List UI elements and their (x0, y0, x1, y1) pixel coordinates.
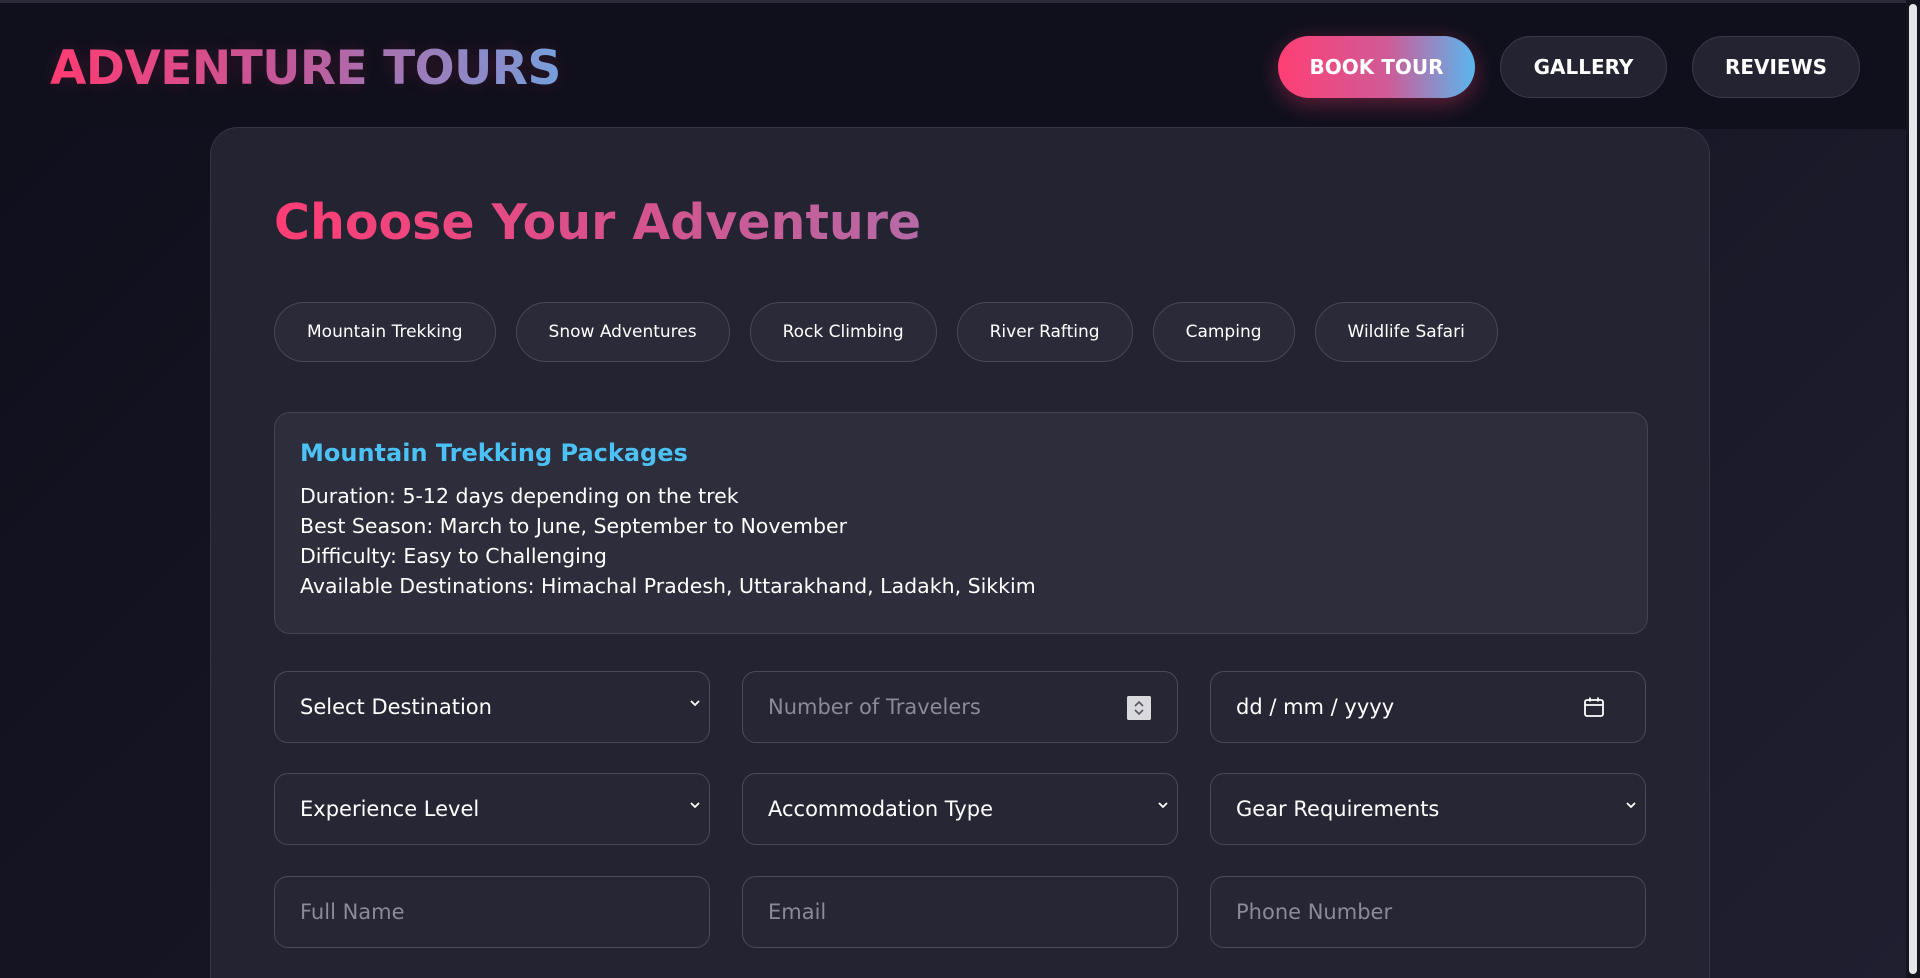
adventure-card: Choose Your Adventure Mountain Trekking … (210, 127, 1710, 978)
stepper-icon[interactable] (1127, 696, 1151, 720)
destination-select-value: Select Destination (300, 695, 492, 719)
full-name-input[interactable]: Full Name (274, 876, 710, 948)
chevron-down-icon (1626, 802, 1636, 809)
experience-level-value: Experience Level (300, 797, 480, 821)
calendar-icon[interactable] (1583, 696, 1605, 718)
scrollbar[interactable] (1906, 0, 1920, 978)
page-title: Choose Your Adventure (274, 194, 922, 251)
email-placeholder: Email (768, 900, 827, 924)
chip-wildlife-safari[interactable]: Wildlife Safari (1314, 302, 1498, 362)
category-chips: Mountain Trekking Snow Adventures Rock C… (274, 302, 1498, 362)
info-duration: Duration: 5-12 days depending on the tre… (300, 484, 739, 508)
gear-requirements-value: Gear Requirements (1236, 797, 1440, 821)
chip-camping[interactable]: Camping (1152, 302, 1295, 362)
gear-requirements-select[interactable]: Gear Requirements (1210, 773, 1646, 845)
accommodation-type-select[interactable]: Accommodation Type (742, 773, 1178, 845)
accommodation-type-value: Accommodation Type (768, 797, 994, 821)
site-header: ADVENTURE TOURS BOOK TOUR GALLERY REVIEW… (0, 3, 1906, 129)
package-info-title: Mountain Trekking Packages (300, 439, 688, 467)
gallery-button[interactable]: GALLERY (1500, 36, 1667, 98)
chip-mountain-trekking[interactable]: Mountain Trekking (274, 302, 496, 362)
travelers-input[interactable]: Number of Travelers (742, 671, 1178, 743)
travelers-placeholder: Number of Travelers (768, 695, 981, 719)
chip-river-rafting[interactable]: River Rafting (956, 302, 1133, 362)
destination-select[interactable]: Select Destination (274, 671, 710, 743)
chevron-down-icon (690, 700, 700, 707)
info-destinations: Available Destinations: Himachal Pradesh… (300, 574, 1036, 598)
info-best-season: Best Season: March to June, September to… (300, 514, 848, 538)
email-input[interactable]: Email (742, 876, 1178, 948)
phone-number-input[interactable]: Phone Number (1210, 876, 1646, 948)
site-logo[interactable]: ADVENTURE TOURS (50, 41, 561, 96)
chevron-down-icon (690, 802, 700, 809)
chip-rock-climbing[interactable]: Rock Climbing (749, 302, 937, 362)
book-tour-button[interactable]: BOOK TOUR (1278, 36, 1475, 98)
reviews-button[interactable]: REVIEWS (1692, 36, 1860, 98)
scrollbar-thumb[interactable] (1909, 4, 1917, 974)
chip-snow-adventures[interactable]: Snow Adventures (515, 302, 730, 362)
date-placeholder: dd / mm / yyyy (1236, 695, 1395, 719)
full-name-placeholder: Full Name (300, 900, 405, 924)
phone-number-placeholder: Phone Number (1236, 900, 1393, 924)
travel-date-input[interactable]: dd / mm / yyyy (1210, 671, 1646, 743)
info-difficulty: Difficulty: Easy to Challenging (300, 544, 607, 568)
experience-level-select[interactable]: Experience Level (274, 773, 710, 845)
chevron-down-icon (1158, 802, 1168, 809)
package-info-panel: Mountain Trekking Packages Duration: 5-1… (274, 412, 1648, 634)
main-nav: BOOK TOUR GALLERY REVIEWS (1278, 36, 1860, 98)
